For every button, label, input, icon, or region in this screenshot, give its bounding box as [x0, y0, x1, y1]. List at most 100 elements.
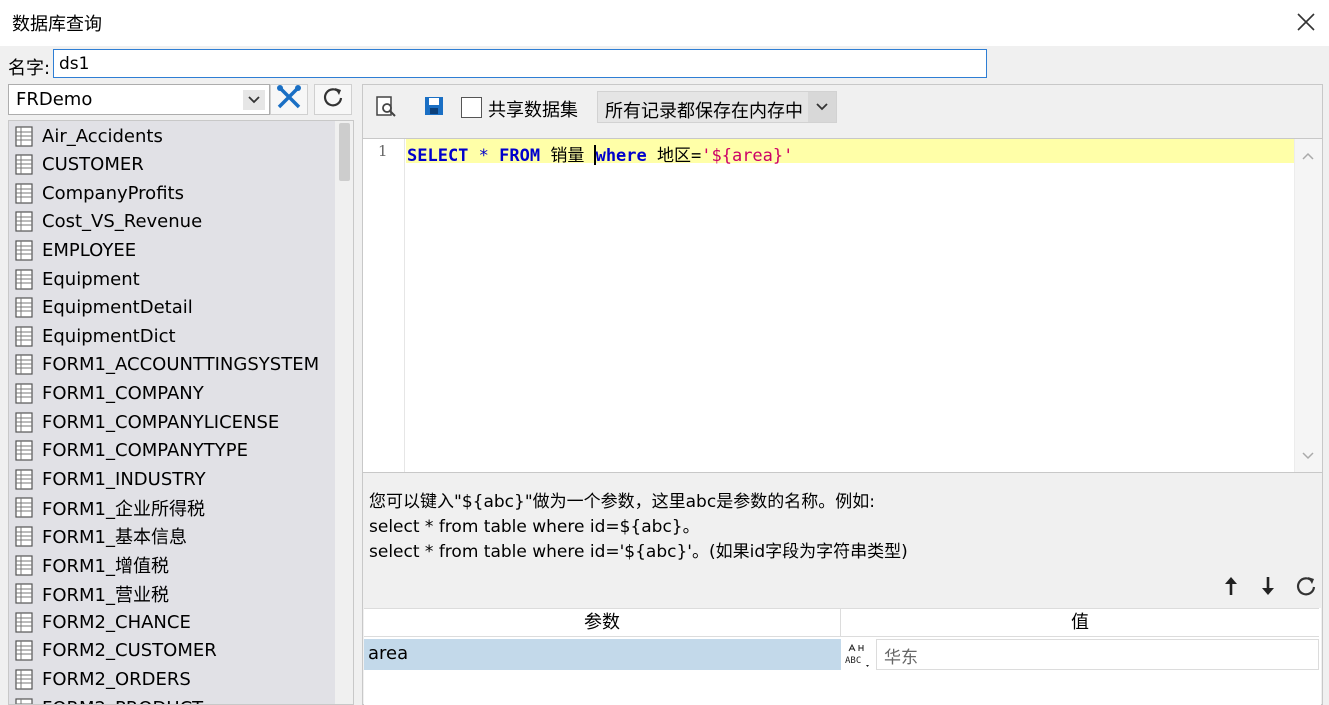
- table-name: CompanyProfits: [42, 182, 184, 204]
- table-list-item[interactable]: EquipmentDetail: [15, 294, 193, 322]
- table-icon: [15, 612, 33, 633]
- table-icon: [15, 354, 33, 375]
- table-icon: [15, 669, 33, 690]
- table-list-item[interactable]: Cost_VS_Revenue: [15, 208, 202, 236]
- query-panel: 共享数据集 所有记录都保存在内存中 1 SELECT * FROM 销量 whe…: [362, 84, 1323, 705]
- table-icon: [15, 240, 33, 261]
- connection-select[interactable]: FRDemo: [8, 84, 270, 115]
- table-list-item[interactable]: FORM1_COMPANY: [15, 379, 204, 407]
- table-icon: [15, 497, 33, 518]
- table-list-item[interactable]: FORM1_基本信息: [15, 522, 187, 550]
- share-dataset-checkbox[interactable]: [461, 97, 482, 118]
- table-icon: [15, 326, 33, 347]
- table-list-item[interactable]: FORM2_CHANCE: [15, 608, 191, 636]
- arrow-down-icon: [1259, 575, 1277, 602]
- table-icon: [15, 440, 33, 461]
- title-bar: 数据库查询: [0, 0, 1329, 46]
- sql-table: 销量: [540, 146, 595, 166]
- sql-keyword: FROM: [499, 146, 541, 166]
- editor-scrollbar[interactable]: [1294, 139, 1322, 472]
- refresh-icon: [1295, 575, 1317, 602]
- column-header-value[interactable]: 值: [841, 609, 1319, 636]
- preview-button[interactable]: [371, 92, 401, 124]
- table-list-item[interactable]: FORM1_COMPANYLICENSE: [15, 408, 279, 436]
- table-browser: FRDemo Air_Accidents CUSTOMER CompanyProfi…: [6, 84, 356, 705]
- table-list-item[interactable]: FORM1_ACCOUNTTINGSYSTEM: [15, 351, 319, 379]
- param-value-field[interactable]: 华东: [876, 639, 1319, 670]
- table-row[interactable]: area ABC 华东: [364, 639, 1319, 670]
- table-name: FORM1_ACCOUNTTINGSYSTEM: [42, 354, 320, 376]
- table-icon: [15, 268, 33, 290]
- table-name: FORM2_CHANCE: [42, 611, 191, 633]
- sql-star: *: [468, 146, 500, 166]
- name-label: 名字:: [8, 58, 51, 79]
- save-query-button[interactable]: [418, 92, 450, 124]
- table-list-item[interactable]: FORM2_ORDERS: [15, 665, 191, 693]
- table-name: FORM2_CUSTOMER: [42, 640, 217, 662]
- column-header-param[interactable]: 参数: [364, 609, 841, 636]
- table-list-item[interactable]: EMPLOYEE: [15, 236, 136, 264]
- table-list-item[interactable]: FORM1_企业所得税: [15, 494, 205, 522]
- scroll-up-icon[interactable]: [1301, 145, 1315, 166]
- table-name: FORM1_COMPANYLICENSE: [42, 411, 280, 433]
- line-number: 1: [378, 142, 388, 160]
- table-name: FORM1_增值税: [42, 556, 170, 577]
- sql-condition: 地区=: [646, 146, 702, 166]
- table-name: FORM1_企业所得税: [42, 498, 206, 520]
- table-name: FORM1_COMPANYTYPE: [42, 440, 248, 462]
- table-list-item[interactable]: FORM2_CUSTOMER: [15, 637, 217, 665]
- storage-mode-select[interactable]: 所有记录都保存在内存中: [597, 91, 837, 123]
- chevron-down-icon[interactable]: [243, 90, 265, 110]
- table-list-item[interactable]: FORM1_COMPANYTYPE: [15, 437, 248, 465]
- sql-code[interactable]: SELECT * FROM 销量 where 地区='${area}': [407, 141, 793, 166]
- table-name: Cost_VS_Revenue: [42, 211, 203, 233]
- hint-line: select * from table where id=${abc}。: [369, 517, 700, 537]
- line-gutter: 1: [363, 139, 405, 472]
- table-name: Air_Accidents: [42, 125, 163, 147]
- table-list-item[interactable]: FORM1_营业税: [15, 580, 169, 608]
- table-icon: [15, 411, 33, 433]
- table-icon: [15, 297, 33, 318]
- sql-keyword: where: [595, 146, 647, 166]
- table-list-scrollbar[interactable]: [335, 121, 353, 704]
- name-input[interactable]: [53, 49, 987, 78]
- table-name: FORM1_INDUSTRY: [42, 468, 206, 490]
- table-list-scroll-thumb[interactable]: [339, 123, 350, 181]
- table-list-item[interactable]: EquipmentDict: [15, 322, 176, 350]
- table-name: EquipmentDict: [42, 325, 176, 347]
- move-up-button[interactable]: [1217, 574, 1245, 602]
- sql-editor[interactable]: 1 SELECT * FROM 销量 where 地区='${area}': [363, 138, 1322, 473]
- scroll-down-icon[interactable]: [1301, 445, 1315, 466]
- svg-text:ABC: ABC: [845, 656, 861, 666]
- table-name: Equipment: [42, 268, 140, 290]
- table-list-item[interactable]: Equipment: [15, 265, 140, 293]
- param-name-cell[interactable]: area: [364, 639, 841, 670]
- table-list-item[interactable]: FORM2_PRODUCT: [15, 694, 203, 705]
- table-list-item[interactable]: FORM1_INDUSTRY: [15, 465, 206, 493]
- table-list-item[interactable]: CUSTOMER: [15, 151, 144, 179]
- table-list-item[interactable]: CompanyProfits: [15, 179, 184, 207]
- connection-config-button[interactable]: [270, 84, 308, 115]
- tools-icon: [275, 84, 303, 115]
- move-down-button[interactable]: [1254, 574, 1282, 602]
- preview-icon: [374, 94, 398, 123]
- table-icon: [15, 640, 33, 661]
- table-icon: [15, 183, 33, 204]
- table-name: FORM2_PRODUCT: [42, 698, 203, 705]
- table-list-item[interactable]: FORM1_增值税: [15, 551, 169, 579]
- table-icon: [15, 383, 33, 404]
- table-icon: [15, 125, 33, 147]
- dialog-body: 名字: FRDemo Air_AccidentsCUSTOM: [0, 46, 1329, 705]
- param-table: 参数 值 area ABC 华东: [364, 608, 1321, 705]
- refresh-tables-button[interactable]: [314, 84, 352, 115]
- string-type-icon[interactable]: ABC: [843, 641, 873, 669]
- table-name: EquipmentDetail: [42, 297, 193, 319]
- table-list[interactable]: Air_Accidents CUSTOMER CompanyProfits Cost_…: [8, 120, 354, 705]
- table-icon: [15, 211, 33, 232]
- refresh-params-button[interactable]: [1292, 574, 1320, 602]
- hint-line: select * from table where id='${abc}'。(如…: [369, 542, 908, 562]
- table-name: FORM1_基本信息: [42, 527, 188, 549]
- table-list-item[interactable]: Air_Accidents: [15, 122, 163, 150]
- chevron-down-icon[interactable]: [808, 92, 836, 122]
- close-icon[interactable]: [1292, 8, 1320, 36]
